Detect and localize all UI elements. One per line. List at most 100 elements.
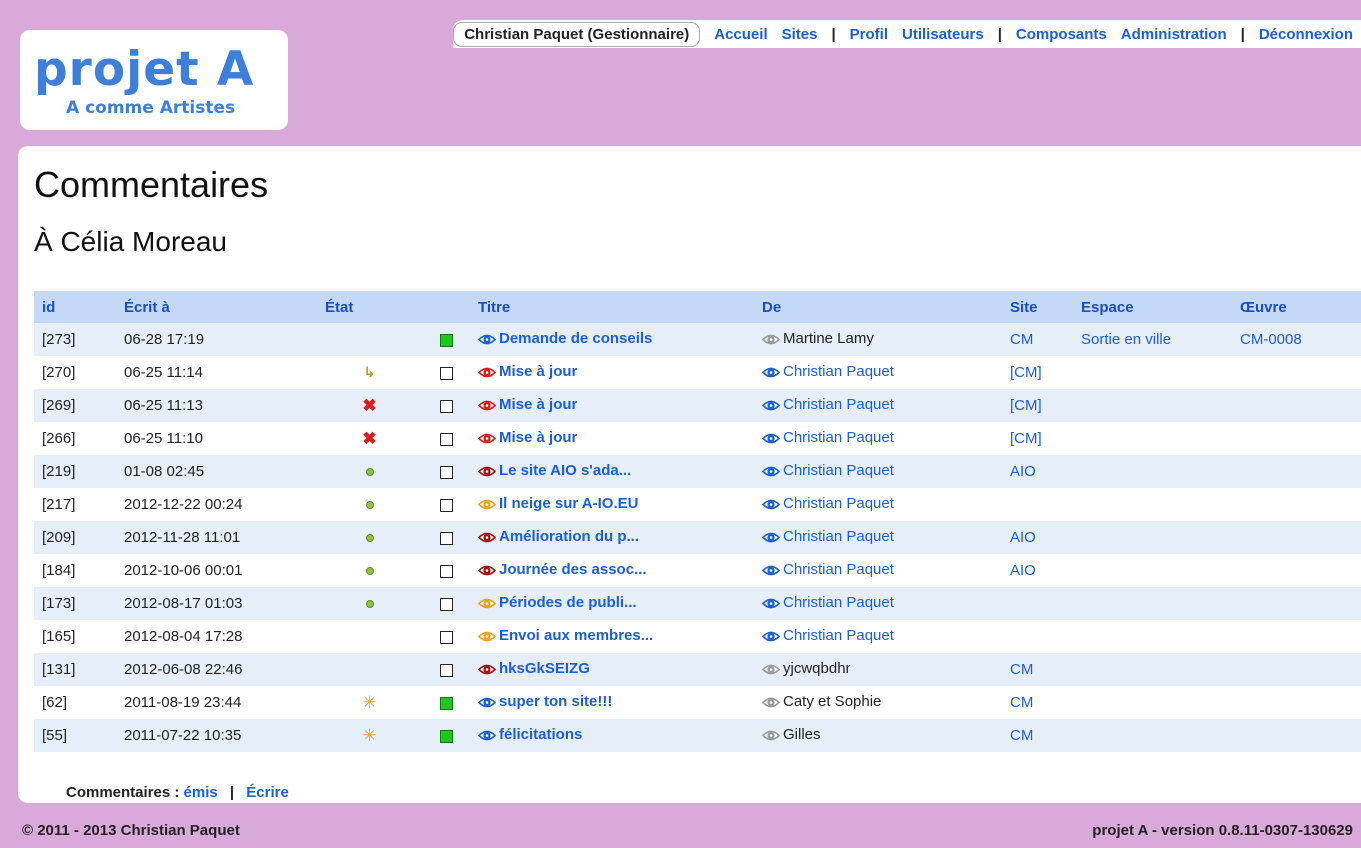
site-link[interactable]: AIO: [1010, 463, 1036, 480]
header-date[interactable]: Écrit à: [116, 291, 317, 323]
site-link[interactable]: CM: [1010, 727, 1033, 744]
site-link[interactable]: CM: [1010, 331, 1033, 348]
eye-icon[interactable]: [477, 498, 497, 515]
eye-icon[interactable]: [761, 399, 781, 416]
eye-icon: [761, 663, 781, 680]
eye-icon[interactable]: [477, 432, 497, 449]
eye-icon[interactable]: [477, 597, 497, 614]
author-name[interactable]: Christian Paquet: [783, 528, 894, 545]
eye-icon[interactable]: [761, 531, 781, 548]
cell-titre: félicitations: [470, 719, 754, 752]
site-link[interactable]: AIO: [1010, 562, 1036, 579]
logo-title: projet A: [34, 42, 255, 97]
comment-title-link[interactable]: Le site AIO s'ada...: [499, 462, 631, 479]
status-checkbox[interactable]: [439, 696, 453, 710]
status-checkbox[interactable]: [439, 531, 453, 545]
status-checkbox[interactable]: [439, 399, 453, 413]
author-name[interactable]: Christian Paquet: [783, 429, 894, 446]
espace-link[interactable]: Sortie en ville: [1081, 331, 1171, 348]
comment-title-link[interactable]: Journée des assoc...: [499, 561, 647, 578]
nav-link-sites[interactable]: Sites: [782, 26, 818, 43]
eye-icon[interactable]: [477, 366, 497, 383]
comments-label: Commentaires :: [66, 784, 180, 801]
ecrire-link[interactable]: Écrire: [246, 784, 289, 801]
site-link[interactable]: CM: [1010, 694, 1033, 711]
status-checkbox[interactable]: [439, 663, 453, 677]
site-link[interactable]: AIO: [1010, 529, 1036, 546]
eye-icon[interactable]: [761, 366, 781, 383]
header-titre[interactable]: Titre: [470, 291, 754, 323]
logo[interactable]: projet A A comme Artistes: [20, 30, 288, 130]
emis-link[interactable]: émis: [184, 784, 218, 801]
comment-title-link[interactable]: hksGkSEIZG: [499, 660, 590, 677]
eye-icon: [761, 729, 781, 746]
eye-icon[interactable]: [477, 465, 497, 482]
status-dot-icon: [365, 600, 374, 608]
comment-title-link[interactable]: félicitations: [499, 726, 582, 743]
cell-date: 06-25 11:10: [124, 430, 203, 447]
eye-icon[interactable]: [477, 696, 497, 713]
eye-icon[interactable]: [477, 630, 497, 647]
author-name[interactable]: Christian Paquet: [783, 495, 894, 512]
author-name[interactable]: Christian Paquet: [783, 396, 894, 413]
site-link[interactable]: [CM]: [1010, 397, 1042, 414]
site-link[interactable]: CM: [1010, 661, 1033, 678]
eye-icon[interactable]: [761, 498, 781, 515]
nav-link-utilisateurs[interactable]: Utilisateurs: [902, 26, 984, 43]
cell-titre: Il neige sur A-IO.EU: [470, 488, 754, 521]
nav-link-accueil[interactable]: Accueil: [714, 26, 767, 43]
author-name[interactable]: Christian Paquet: [783, 363, 894, 380]
author-name[interactable]: Christian Paquet: [783, 462, 894, 479]
header-id[interactable]: id: [34, 291, 116, 323]
eye-icon[interactable]: [761, 564, 781, 581]
status-checkbox[interactable]: [439, 498, 453, 512]
header-site[interactable]: Site: [1002, 291, 1073, 323]
comment-title-link[interactable]: Mise à jour: [499, 363, 577, 380]
eye-icon[interactable]: [477, 333, 497, 350]
status-checkbox[interactable]: [439, 564, 453, 578]
eye-icon[interactable]: [477, 531, 497, 548]
eye-icon[interactable]: [477, 663, 497, 680]
site-link[interactable]: [CM]: [1010, 364, 1042, 381]
cell-site: AIO: [1002, 554, 1073, 587]
status-checkbox[interactable]: [439, 630, 453, 644]
site-link[interactable]: [CM]: [1010, 430, 1042, 447]
author-name[interactable]: Christian Paquet: [783, 594, 894, 611]
header-espace[interactable]: Espace: [1073, 291, 1232, 323]
comment-title-link[interactable]: Demande de conseils: [499, 330, 652, 347]
author-name[interactable]: Christian Paquet: [783, 561, 894, 578]
eye-icon[interactable]: [761, 630, 781, 647]
eye-icon[interactable]: [761, 465, 781, 482]
cell-check: [414, 455, 470, 488]
author-name[interactable]: Christian Paquet: [783, 627, 894, 644]
oeuvre-link[interactable]: CM-0008: [1240, 331, 1302, 348]
status-checkbox[interactable]: [439, 366, 453, 380]
eye-icon[interactable]: [477, 729, 497, 746]
nav-link-composants[interactable]: Composants: [1016, 26, 1107, 43]
comment-title-link[interactable]: Mise à jour: [499, 429, 577, 446]
comment-title-link[interactable]: Mise à jour: [499, 396, 577, 413]
header-de[interactable]: De: [754, 291, 1002, 323]
comment-title-link[interactable]: super ton site!!!: [499, 693, 612, 710]
header-etat[interactable]: État: [317, 291, 414, 323]
comment-title-link[interactable]: Périodes de publi...: [499, 594, 637, 611]
eye-icon[interactable]: [477, 399, 497, 416]
status-checkbox[interactable]: [439, 729, 453, 743]
cell-titre: super ton site!!!: [470, 686, 754, 719]
status-checkbox[interactable]: [439, 465, 453, 479]
header-oeuvre[interactable]: Œuvre: [1232, 291, 1361, 323]
eye-icon[interactable]: [477, 564, 497, 581]
comment-title-link[interactable]: Il neige sur A-IO.EU: [499, 495, 638, 512]
cell-etat: ✳: [317, 686, 414, 719]
status-checkbox[interactable]: [439, 597, 453, 611]
status-checkbox[interactable]: [439, 432, 453, 446]
status-checkbox[interactable]: [439, 333, 453, 347]
eye-icon[interactable]: [761, 432, 781, 449]
comment-title-link[interactable]: Envoi aux membres...: [499, 627, 653, 644]
nav-separator: |: [831, 25, 836, 43]
nav-link-profil[interactable]: Profil: [850, 26, 888, 43]
nav-link-administration[interactable]: Administration: [1121, 26, 1227, 43]
comment-title-link[interactable]: Amélioration du p...: [499, 528, 639, 545]
eye-icon[interactable]: [761, 597, 781, 614]
nav-link-deconnexion[interactable]: Déconnexion: [1259, 26, 1353, 43]
